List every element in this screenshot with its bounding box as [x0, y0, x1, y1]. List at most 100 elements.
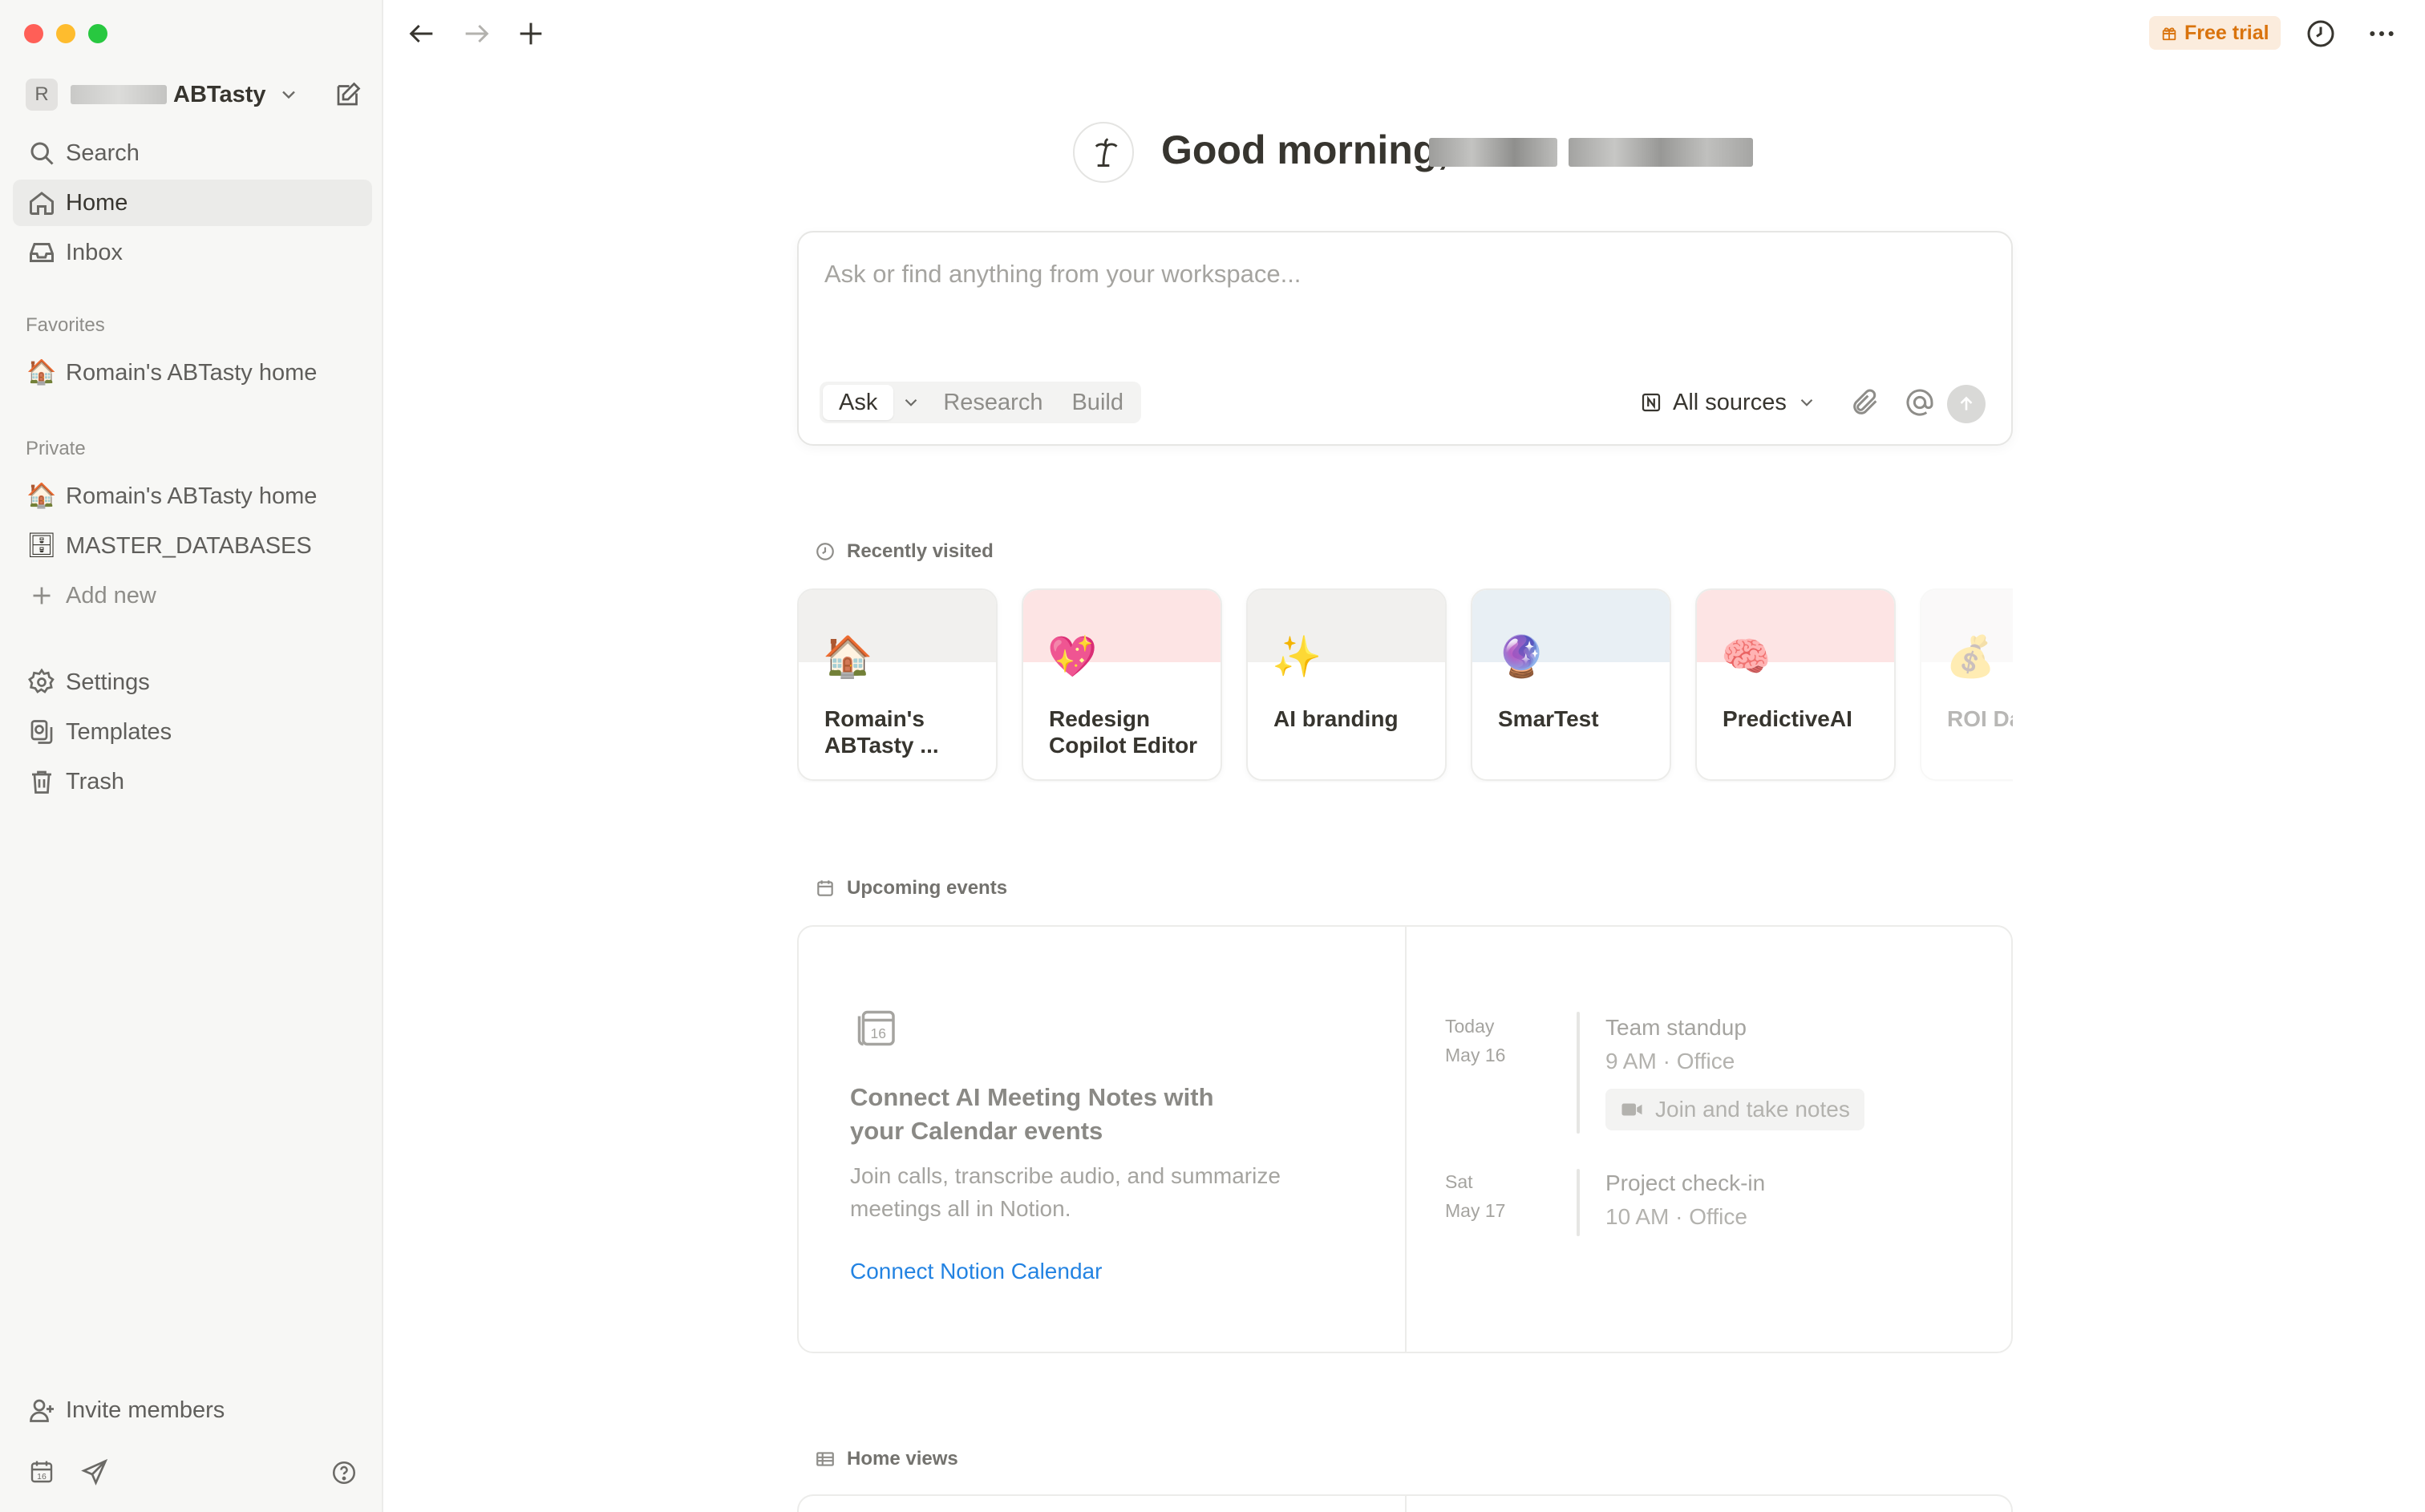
join-label: Join and take notes [1655, 1097, 1850, 1122]
sources-dropdown[interactable]: All sources [1639, 382, 1817, 423]
recent-card[interactable]: 🏠 Romain's ABTasty ... [797, 588, 998, 781]
chevron-down-icon [905, 398, 917, 406]
recent-card[interactable]: 🔮 SmarTest [1471, 588, 1671, 781]
ask-mode-selector: Ask Research Build [820, 382, 1141, 423]
sidebar-item-label: Inbox [66, 239, 123, 265]
recently-visited-header: Recently visited [815, 540, 994, 563]
forward-arrow-icon[interactable] [460, 18, 492, 50]
recent-card[interactable]: ✨ AI branding [1246, 588, 1447, 781]
sidebar-footer: 16 [27, 1457, 109, 1486]
sidebar-item-settings[interactable]: Settings [13, 659, 372, 705]
notion-logo-icon [1642, 393, 1661, 412]
close-window-button[interactable] [24, 24, 43, 43]
gear-icon [18, 668, 66, 697]
private-header: Private [26, 438, 86, 459]
recent-card[interactable]: 💖 Redesign Copilot Editor [1022, 588, 1222, 781]
calendar-icon[interactable]: 16 [27, 1457, 56, 1486]
event-date: Today May 16 [1445, 1012, 1505, 1069]
sidebar-item-favorite-home[interactable]: 🏠 Romain's ABTasty home [13, 350, 372, 396]
new-tab-plus-icon[interactable] [515, 18, 547, 50]
sidebar-item-home[interactable]: Home [13, 180, 372, 226]
card-title: Romain's ABTasty ... [824, 706, 939, 758]
topbar-navigation [406, 18, 547, 50]
ask-input[interactable] [824, 260, 1787, 289]
updates-clock-icon[interactable] [2305, 18, 2337, 50]
sidebar-item-trash[interactable]: Trash [13, 758, 372, 805]
svg-text:16: 16 [871, 1025, 886, 1041]
new-page-icon[interactable] [334, 80, 362, 109]
recent-card[interactable]: 🧠 PredictiveAI [1695, 588, 1896, 781]
free-trial-button[interactable]: Free trial [2149, 16, 2281, 50]
gift-icon [2162, 27, 2176, 41]
event-bar [1577, 1169, 1580, 1236]
panel-divider [1405, 927, 1407, 1352]
sidebar-item-label: Trash [66, 768, 125, 794]
workspace-name: ABTasty [173, 81, 266, 107]
mode-dropdown-button[interactable] [893, 392, 929, 413]
greeting-avatar [1073, 122, 1134, 183]
event-name[interactable]: Team standup [1605, 1015, 1747, 1041]
workspace-switcher[interactable]: R ABTasty [26, 77, 362, 112]
add-new-button[interactable]: Add new [13, 572, 372, 619]
section-title: Home views [847, 1448, 958, 1470]
join-and-take-notes-button[interactable]: Join and take notes [1605, 1089, 1864, 1130]
attachment-icon[interactable] [1849, 386, 1881, 418]
card-title: Redesign Copilot Editor [1049, 706, 1198, 758]
trash-icon [18, 767, 66, 796]
arrow-up-icon [1960, 396, 1973, 410]
calendar-icon [817, 880, 833, 896]
card-title: PredictiveAI [1723, 706, 1852, 731]
mention-icon[interactable] [1904, 386, 1936, 418]
mode-research-button[interactable]: Research [929, 390, 1057, 416]
favorites-header: Favorites [26, 314, 105, 336]
event-day: Today [1445, 1016, 1495, 1037]
sources-label: All sources [1673, 389, 1787, 415]
card-title: SmarTest [1498, 706, 1599, 731]
connect-notion-calendar-link[interactable]: Connect Notion Calendar [850, 1259, 1102, 1284]
house-icon: 🏠 [823, 634, 873, 679]
palm-tree-icon [1095, 138, 1118, 167]
upcoming-events-panel: 16 Connect AI Meeting Notes with your Ca… [797, 925, 2013, 1353]
sidebar-item-search[interactable]: Search [13, 130, 372, 176]
panel-divider [1405, 1496, 1407, 1512]
clock-icon [816, 543, 834, 560]
event-date-value: May 16 [1445, 1045, 1506, 1065]
sidebar-item-private-home[interactable]: 🏠 Romain's ABTasty home [13, 473, 372, 519]
sidebar-item-templates[interactable]: Templates [13, 709, 372, 755]
database-icon: 🗄 [26, 532, 58, 559]
sidebar-item-label: Romain's ABTasty home [66, 483, 318, 509]
mode-build-button[interactable]: Build [1057, 390, 1138, 416]
connect-calendar-description: Join calls, transcribe audio, and summar… [850, 1163, 1281, 1221]
redacted-first-name [1429, 138, 1557, 167]
sidebar-item-label: Templates [66, 718, 172, 745]
sidebar-item-label: Home [66, 189, 128, 216]
send-mail-icon[interactable] [80, 1457, 109, 1486]
event-name[interactable]: Project check-in [1605, 1170, 1765, 1196]
sidebar-item-label: Invite members [66, 1397, 225, 1423]
more-options-icon[interactable] [2364, 18, 2399, 50]
redacted-user-name [71, 85, 167, 104]
event-day: Sat [1445, 1171, 1473, 1192]
upcoming-events-header: Upcoming events [815, 877, 1007, 900]
mode-ask-button[interactable]: Ask [823, 385, 894, 420]
sidebar-item-master-databases[interactable]: 🗄 MASTER_DATABASES [13, 523, 372, 569]
invite-members-button[interactable]: Invite members [13, 1387, 372, 1433]
crystal-ball-icon: 🔮 [1496, 634, 1547, 679]
chevron-down-icon [281, 91, 295, 99]
send-button[interactable] [1947, 385, 1986, 423]
help-icon[interactable] [330, 1459, 358, 1486]
sidebar-item-label: Settings [66, 669, 150, 695]
house-icon: 🏠 [26, 483, 57, 509]
event-bar [1577, 1012, 1580, 1134]
ask-ai-box: Ask Research Build All sources [797, 231, 2013, 446]
sidebar-item-inbox[interactable]: Inbox [13, 229, 372, 276]
zoom-window-button[interactable] [88, 24, 107, 43]
connect-calendar-title: Connect AI Meeting Notes with your Calen… [850, 1083, 1214, 1145]
home-views-panel [797, 1494, 2013, 1512]
minimize-window-button[interactable] [56, 24, 75, 43]
recent-card[interactable]: 💰 ROI Dashb [1920, 588, 2013, 781]
recently-visited-list: 🏠 Romain's ABTasty ... 💖 Redesign Copilo… [797, 588, 2013, 782]
event-date: Sat May 17 [1445, 1167, 1505, 1225]
video-camera-icon [1621, 1103, 1642, 1116]
back-arrow-icon[interactable] [406, 18, 438, 50]
